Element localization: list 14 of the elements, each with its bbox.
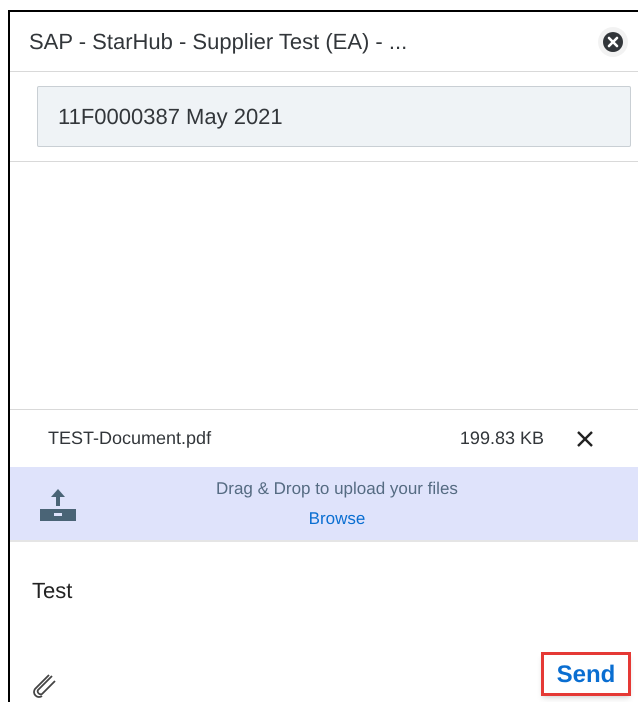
subject-field[interactable]: 11F0000387 May 2021	[37, 86, 631, 147]
browse-link[interactable]: Browse	[308, 506, 366, 531]
dropzone-text: Drag & Drop to upload your files	[216, 478, 458, 500]
window-title: SAP - StarHub - Supplier Test (EA) - ...	[29, 28, 408, 56]
message-text[interactable]: Test	[32, 578, 72, 603]
close-icon	[602, 30, 624, 52]
send-button[interactable]: Send	[541, 652, 631, 696]
paperclip-icon	[32, 672, 58, 698]
upload-icon	[40, 486, 76, 520]
dropzone[interactable]: Drag & Drop to upload your files Browse	[10, 467, 638, 542]
close-button[interactable]	[598, 26, 628, 56]
close-icon	[576, 430, 594, 448]
file-size: 199.83 KB	[460, 427, 544, 450]
file-name: TEST-Document.pdf	[48, 427, 212, 450]
